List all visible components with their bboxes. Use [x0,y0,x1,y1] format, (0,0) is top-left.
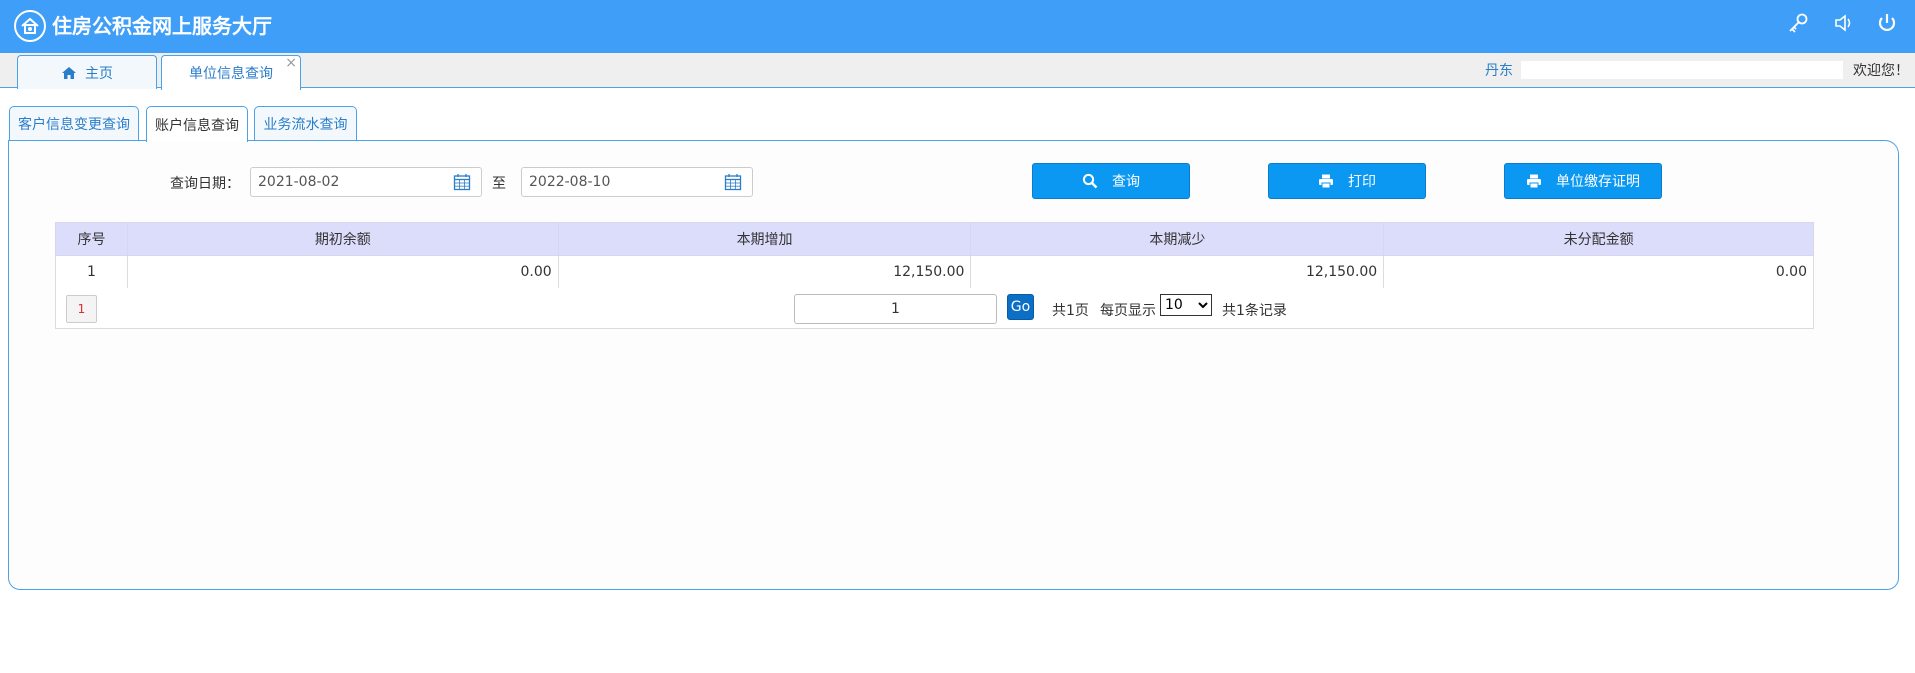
print-button-label: 打印 [1348,174,1376,190]
home-icon [62,66,76,79]
subtab-customer-change-query[interactable]: 客户信息变更查询 [9,106,139,141]
tab-unit-info-query[interactable]: 单位信息查询 × [161,55,301,90]
tab-unit-info-query-label: 单位信息查询 [189,66,273,82]
table-cell: 0.00 [126,255,559,289]
calendar-icon[interactable] [453,173,471,191]
welcome-text: 欢迎您！ [1853,63,1909,79]
search-button-label: 查询 [1112,174,1140,190]
user-name: 丹东 [1485,63,1513,79]
home-logo-icon [14,10,46,42]
page-number-input[interactable] [794,294,997,324]
subtab-label: 业务流水查询 [263,117,348,133]
column-header: 未分配金额 [1383,222,1814,256]
start-date-input[interactable] [250,167,482,197]
column-header: 期初余额 [126,222,559,256]
app-header: 住房公积金网上服务大厅 [0,0,1915,53]
search-icon [1082,173,1098,189]
date-range-separator: 至 [492,176,506,192]
total-records-text: 共1条记录 [1222,303,1287,319]
tab-home[interactable]: 主页 [17,55,157,89]
tab-home-label: 主页 [85,65,113,82]
calendar-icon[interactable] [724,173,742,191]
total-pages-text: 共1页 [1052,303,1089,319]
deposit-certificate-button-label: 单位缴存证明 [1556,174,1640,190]
end-date-input[interactable] [521,167,753,197]
column-header: 本期增加 [557,222,972,256]
subtab-label: 账户信息查询 [155,117,239,134]
user-area: 丹东 欢迎您！ [1485,53,1915,87]
query-date-label: 查询日期： [170,176,240,192]
search-button[interactable]: 查询 [1032,163,1190,199]
deposit-certificate-button[interactable]: 单位缴存证明 [1504,163,1662,199]
go-button[interactable]: Go [1007,294,1034,320]
query-panel: 查询日期： 至 查询 打印 [8,140,1899,590]
column-header: 序号 [55,222,128,256]
power-icon[interactable] [1874,10,1900,36]
page-number-button[interactable]: 1 [66,295,97,323]
page-size-select[interactable]: 10 [1160,294,1212,316]
close-icon[interactable]: × [285,56,297,70]
table-cell: 0.00 [1383,255,1814,289]
table-header-row: 序号 期初余额 本期增加 本期减少 未分配金额 [55,222,1814,256]
printer-icon [1319,174,1333,189]
subtab-label: 客户信息变更查询 [18,117,130,133]
per-page-label: 每页显示 [1100,303,1156,319]
print-button[interactable]: 打印 [1268,163,1426,199]
printer-icon [1527,174,1541,189]
column-header: 本期减少 [970,222,1385,256]
pagination-bar: 1 Go 共1页 每页显示 10 共1条记录 [55,288,1814,329]
table-row[interactable]: 1 0.00 12,150.00 12,150.00 0.00 [55,255,1814,289]
app-title: 住房公积金网上服务大厅 [52,14,272,38]
table-cell: 12,150.00 [557,255,972,289]
table-cell: 1 [55,255,128,289]
speaker-icon[interactable] [1831,10,1857,36]
table-cell: 12,150.00 [970,255,1385,289]
key-icon[interactable] [1785,10,1811,36]
user-name-masked [1521,61,1843,79]
subtab-account-info-query[interactable]: 账户信息查询 [146,106,248,142]
subtab-business-flow-query[interactable]: 业务流水查询 [254,106,357,141]
account-info-table: 序号 期初余额 本期增加 本期减少 未分配金额 1 0.00 12,150.00… [55,222,1814,289]
